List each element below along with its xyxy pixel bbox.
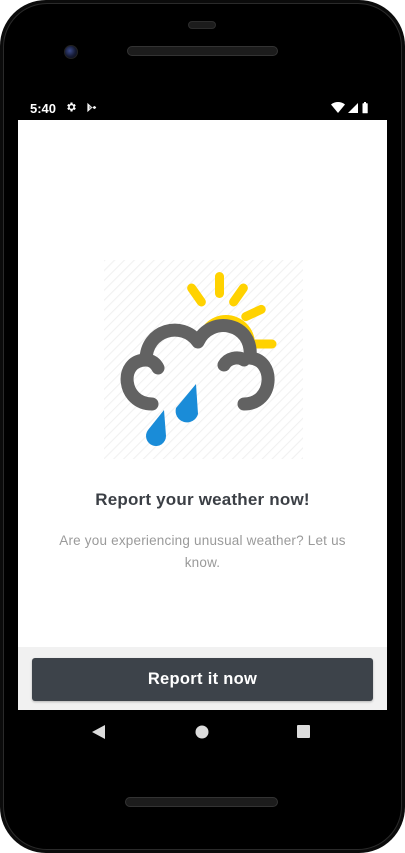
home-icon[interactable] (195, 725, 209, 739)
back-icon[interactable] (92, 725, 106, 739)
recents-icon[interactable] (297, 725, 310, 738)
front-camera (64, 45, 78, 59)
gear-icon (67, 102, 76, 112)
battery-icon (362, 102, 368, 114)
top-slot (188, 21, 216, 29)
report-it-now-button[interactable]: Report it now (32, 658, 373, 701)
status-icons-right (331, 101, 368, 114)
page-title: Report your weather now! (95, 490, 310, 509)
bottom-action-bar: Report it now (18, 647, 387, 710)
navigation-bar (18, 710, 387, 754)
page-subtitle: Are you experiencing unusual weather? Le… (59, 533, 346, 570)
status-bar: 5:40 (18, 98, 387, 120)
status-time: 5:40 (30, 101, 57, 116)
bottom-speaker (125, 797, 278, 807)
phone-frame: 5:40 Report your weather now! Are you ex… (0, 0, 405, 853)
signal-icon (348, 103, 358, 113)
wifi-icon (331, 101, 345, 113)
earpiece-speaker (127, 46, 278, 56)
app-screen: Report your weather now! Are you experie… (18, 120, 387, 710)
play-store-icon (87, 102, 97, 113)
rain-cloud-sun-icon (104, 260, 303, 459)
